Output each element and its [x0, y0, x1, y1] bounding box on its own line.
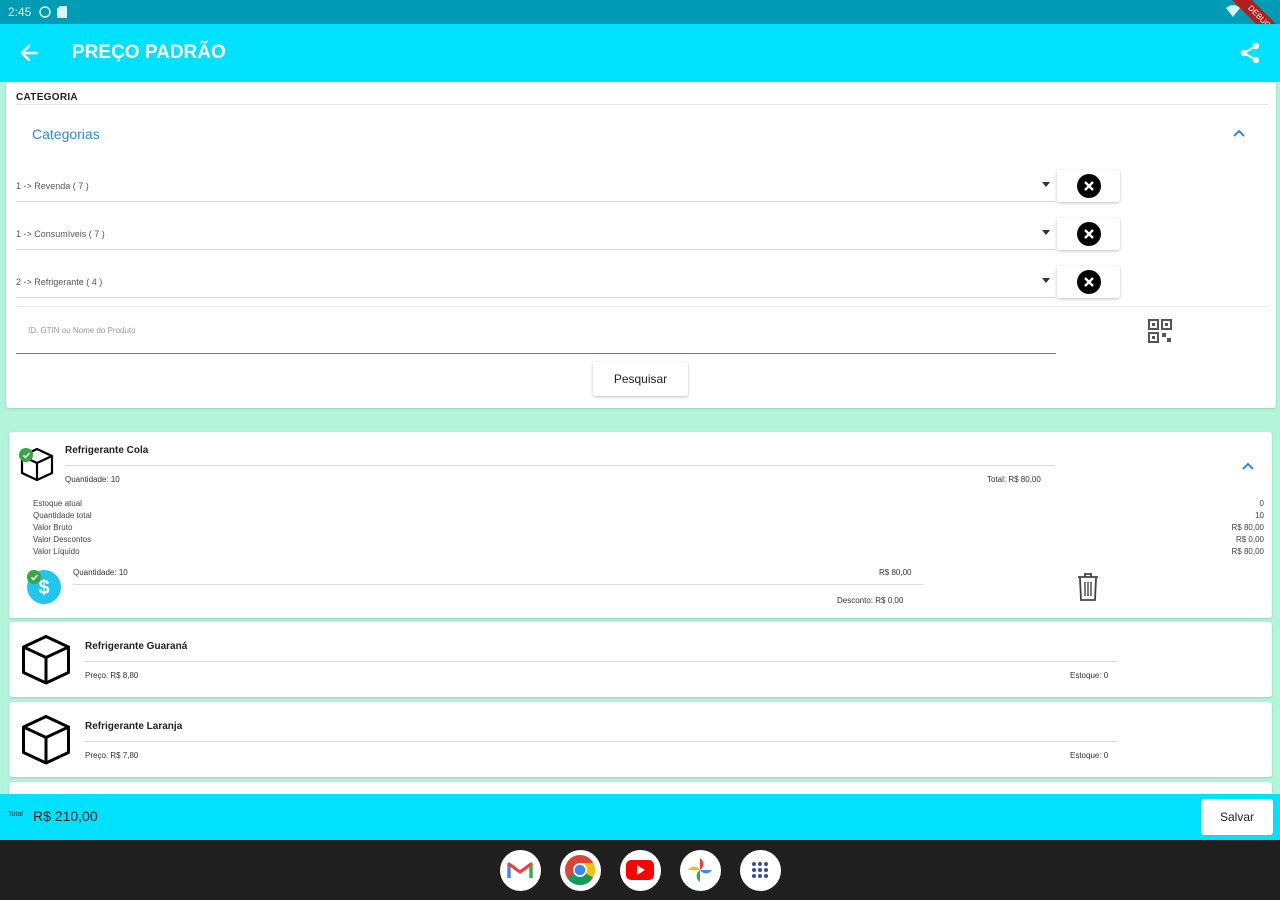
category-dropdown-3[interactable]: 2 -> Refrigerante ( 4 )	[16, 266, 1056, 298]
stat-label: Estoque atual	[33, 499, 82, 508]
search-placeholder: ID, GTIN ou Nome do Produto	[28, 326, 136, 335]
status-bar: 2:45	[0, 0, 1280, 24]
stat-value: 10	[1255, 511, 1264, 520]
chrome-app-icon[interactable]	[559, 849, 601, 891]
wifi-icon	[1226, 5, 1240, 17]
chevron-up-icon[interactable]	[1241, 459, 1255, 473]
remove-category-button-2[interactable]	[1057, 218, 1120, 250]
stat-label: Valor Bruto	[33, 523, 73, 532]
category-dropdown-1[interactable]: 1 -> Revenda ( 7 )	[16, 170, 1056, 202]
product-box-icon	[22, 715, 70, 765]
close-circle-icon	[1076, 270, 1101, 294]
product-search-input[interactable]: ID, GTIN ou Nome do Produto	[16, 314, 1056, 354]
dropdown-arrow-icon	[1042, 230, 1050, 235]
total-value: R$ 210,00	[33, 808, 98, 824]
check-icon	[19, 448, 33, 462]
dropdown-arrow-icon	[1042, 278, 1050, 283]
product-card[interactable]: Refrigerante Guaraná Preço: R$ 8,80 Esto…	[9, 622, 1272, 697]
system-dock	[0, 840, 1280, 900]
line-item-quantity: Quantidade: 10	[73, 568, 128, 577]
stat-label: Valor Descontos	[33, 535, 92, 544]
stat-value: 0	[1259, 499, 1264, 508]
product-price: Preço: R$ 8,80	[85, 671, 139, 680]
divider	[73, 584, 923, 585]
chevron-up-icon[interactable]	[1232, 126, 1246, 140]
youtube-app-icon[interactable]	[619, 849, 661, 891]
product-card-expanded[interactable]: Refrigerante Cola Quantidade: 10 Total: …	[9, 432, 1272, 618]
category-heading: CATEGORIA	[16, 92, 78, 103]
product-card-partial[interactable]	[9, 782, 1272, 794]
gmail-app-icon[interactable]	[499, 849, 541, 891]
line-item-discount: Desconto: R$ 0,00	[837, 596, 904, 605]
trash-icon[interactable]	[1076, 572, 1100, 602]
arrow-back-icon	[20, 44, 39, 62]
close-circle-icon	[1076, 174, 1101, 198]
remove-category-button-1[interactable]	[1057, 170, 1120, 202]
share-icon	[1240, 42, 1260, 64]
stat-value: R$ 0,00	[1235, 535, 1264, 544]
save-button[interactable]: Salvar	[1201, 799, 1273, 835]
dropdown-arrow-icon	[1042, 182, 1050, 187]
dropdown-value: 1 -> Revenda ( 7 )	[16, 180, 89, 191]
divider	[16, 104, 1268, 105]
divider	[85, 661, 1118, 662]
product-price: Preço: R$ 7,80	[85, 751, 139, 760]
line-item-value: R$ 80,00	[879, 568, 912, 577]
photos-app-icon[interactable]	[679, 849, 721, 891]
stat-value: R$ 80,00	[1231, 523, 1264, 532]
product-stock: Estoque: 0	[1070, 671, 1109, 680]
dropdown-value: 1 -> Consumíveis ( 7 )	[16, 228, 105, 239]
check-icon	[27, 570, 41, 584]
sync-icon	[39, 6, 52, 18]
total-label: Total	[8, 811, 23, 818]
product-name: Refrigerante Cola	[65, 445, 149, 456]
divider	[65, 465, 1055, 466]
remove-category-button-3[interactable]	[1057, 266, 1120, 298]
status-time: 2:45	[8, 5, 32, 19]
product-name: Refrigerante Guaraná	[85, 641, 188, 652]
qr-code-scan-icon[interactable]	[1147, 318, 1173, 344]
category-dropdown-2[interactable]: 1 -> Consumíveis ( 7 )	[16, 218, 1056, 250]
share-button[interactable]	[1238, 41, 1262, 65]
product-quantity: Quantidade: 10	[65, 475, 120, 484]
product-card[interactable]: Refrigerante Laranja Preço: R$ 7,80 Esto…	[9, 702, 1272, 777]
back-button[interactable]	[0, 24, 58, 82]
categories-expander[interactable]: Categorias	[32, 126, 100, 142]
page-title: PREÇO PADRÃO	[72, 42, 226, 63]
app-bar: PREÇO PADRÃO	[0, 24, 1280, 82]
app-drawer-icon[interactable]	[739, 849, 781, 891]
product-name: Refrigerante Laranja	[85, 721, 183, 732]
close-circle-icon	[1076, 222, 1101, 246]
product-box-icon	[22, 635, 70, 685]
sd-card-icon	[57, 6, 68, 18]
stat-label: Quantidade total	[33, 511, 92, 520]
total-bar: Total R$ 210,00 Salvar	[0, 794, 1280, 840]
product-stock: Estoque: 0	[1070, 751, 1109, 760]
divider	[16, 306, 1268, 307]
stat-value: R$ 80,00	[1231, 547, 1264, 556]
divider	[85, 741, 1118, 742]
stat-label: Valor Líquido	[33, 547, 80, 556]
search-button[interactable]: Pesquisar	[593, 362, 688, 396]
dropdown-value: 2 -> Refrigerante ( 4 )	[16, 276, 103, 287]
product-total: Total: R$ 80,00	[987, 475, 1041, 484]
filter-card: CATEGORIA Categorias 1 -> Revenda ( 7 ) …	[6, 82, 1276, 408]
